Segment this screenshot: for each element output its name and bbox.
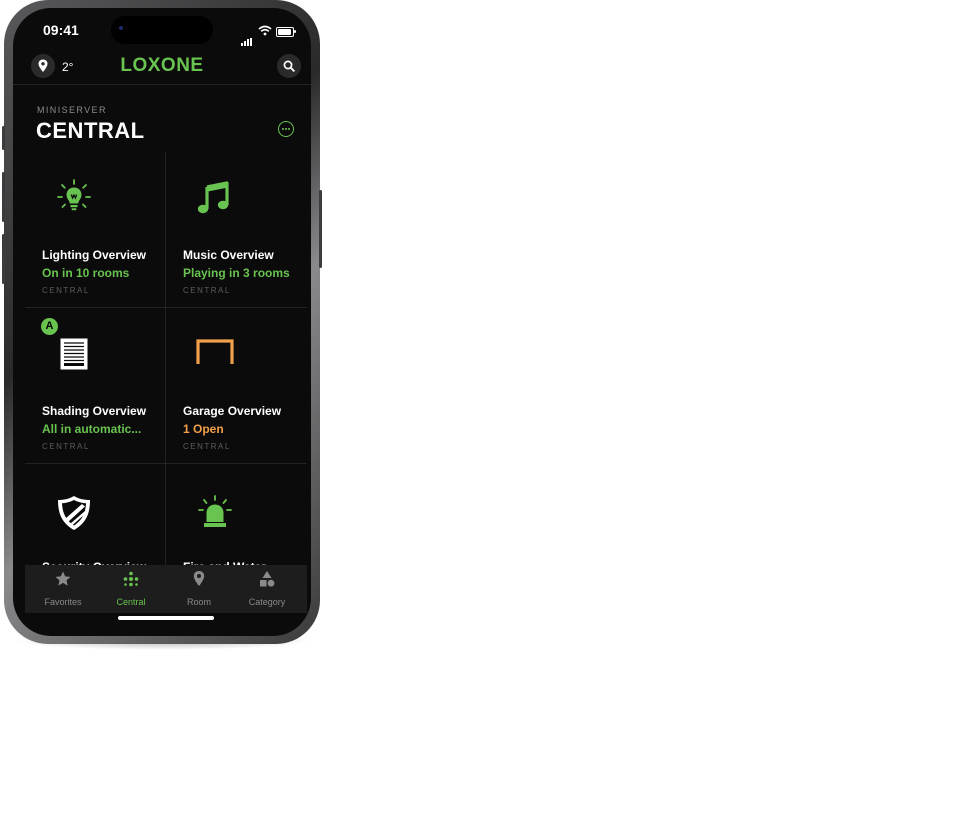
cellular-signal-icon xyxy=(241,28,253,46)
central-dots-icon xyxy=(123,571,139,587)
tab-favorites[interactable]: Favorites xyxy=(29,565,97,613)
tab-label: Category xyxy=(248,597,286,607)
tile-title: Lighting Overview xyxy=(42,248,147,262)
tab-label: Central xyxy=(116,597,146,607)
music-note-icon xyxy=(197,181,229,214)
location-pin-icon xyxy=(193,571,205,586)
battery-icon xyxy=(276,27,294,37)
shapes-icon xyxy=(260,571,275,587)
status-bar: 09:41 xyxy=(13,8,311,48)
tile-title: Shading Overview xyxy=(42,404,147,418)
automatic-badge: A xyxy=(41,318,58,335)
tile-room: CENTRAL xyxy=(42,286,90,295)
blinds-icon xyxy=(60,338,88,370)
tile-room: CENTRAL xyxy=(183,286,231,295)
home-indicator[interactable] xyxy=(118,616,214,620)
lightbulb-icon xyxy=(57,179,91,211)
bottom-tab-bar: Favorites Central Room Category xyxy=(25,565,307,613)
tile-status: Playing in 3 rooms xyxy=(183,266,290,280)
phone-frame: 09:41 2° LOXONE MINISERVER CENTRAL Light… xyxy=(2,0,322,644)
tile-garage-overview[interactable]: Garage Overview 1 Open CENTRAL xyxy=(166,308,306,464)
shield-icon xyxy=(58,496,90,530)
tile-title: Music Overview xyxy=(183,248,274,262)
power-button xyxy=(319,190,322,268)
tile-room: CENTRAL xyxy=(183,442,231,451)
tile-room: CENTRAL xyxy=(42,442,90,451)
star-icon xyxy=(55,571,71,586)
volume-up-button xyxy=(2,172,5,222)
page-title: CENTRAL xyxy=(36,118,145,143)
section-kicker: MINISERVER xyxy=(37,105,107,115)
tab-label: Favorites xyxy=(44,597,82,607)
battery-cap xyxy=(294,30,296,33)
tile-lighting-overview[interactable]: Lighting Overview On in 10 rooms CENTRAL xyxy=(25,152,165,308)
top-bar: 2° LOXONE xyxy=(13,50,311,85)
alarm-light-icon xyxy=(198,495,232,527)
tab-category[interactable]: Category xyxy=(233,565,301,613)
tile-music-overview[interactable]: Music Overview Playing in 3 rooms CENTRA… xyxy=(166,152,306,308)
tile-title: Garage Overview xyxy=(183,404,282,418)
garage-door-icon xyxy=(196,339,234,364)
volume-down-button xyxy=(2,234,5,284)
tile-shading-overview[interactable]: A Shading Overview All in automatic... C… xyxy=(25,308,165,464)
loxone-logo: LOXONE xyxy=(120,55,204,76)
dynamic-island xyxy=(111,16,213,44)
tile-status: 1 Open xyxy=(183,422,224,436)
tile-status: All in automatic... xyxy=(42,422,142,436)
tab-label: Room xyxy=(186,597,211,607)
more-options-button[interactable] xyxy=(278,121,294,137)
tile-status: On in 10 rooms xyxy=(42,266,130,280)
mute-switch xyxy=(2,126,5,150)
wifi-icon xyxy=(258,25,272,36)
search-icon xyxy=(283,60,295,72)
tab-room[interactable]: Room xyxy=(165,565,233,613)
app-screen: 09:41 2° LOXONE MINISERVER CENTRAL Light… xyxy=(13,8,311,636)
status-time: 09:41 xyxy=(43,22,79,38)
search-button[interactable] xyxy=(277,54,301,78)
tab-central[interactable]: Central xyxy=(97,565,165,613)
